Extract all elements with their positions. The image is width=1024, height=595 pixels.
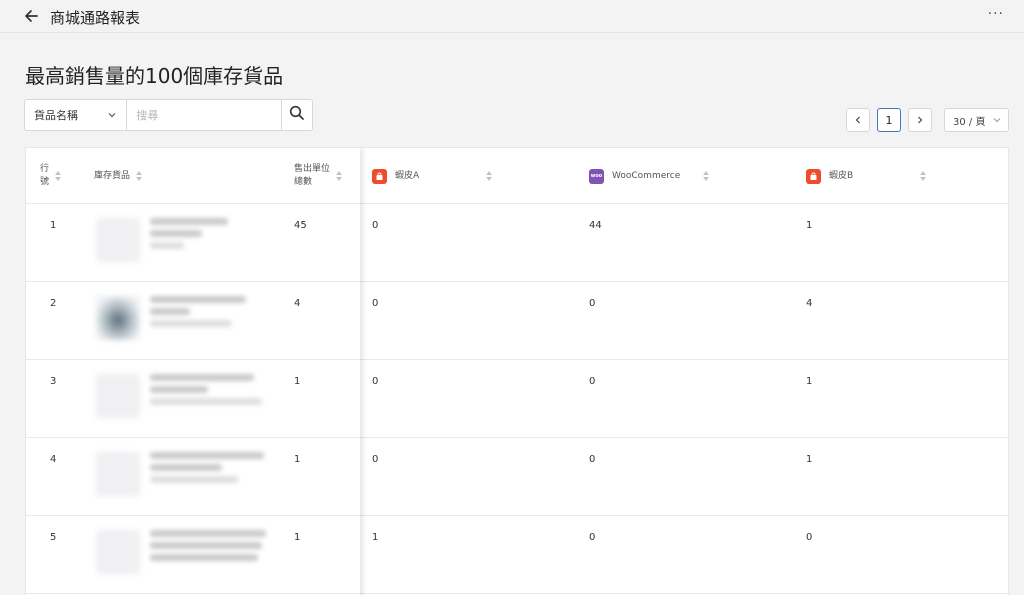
product-thumbnail — [96, 530, 140, 574]
filter-field-label: 貨品名稱 — [34, 109, 78, 122]
channel-units: 0 — [806, 532, 813, 543]
row-number: 5 — [50, 532, 57, 543]
table-row[interactable]: 0 0 1 — [360, 360, 1008, 438]
channel-units: 0 — [589, 454, 596, 465]
table-row[interactable]: 4 1 — [26, 438, 360, 516]
woocommerce-icon: woo — [589, 168, 604, 184]
channel-units: 1 — [806, 220, 813, 231]
next-page-button[interactable] — [908, 108, 932, 132]
row-number: 1 — [50, 220, 57, 231]
channel-units: 44 — [589, 220, 602, 231]
chevron-left-icon — [855, 116, 860, 124]
channel-units: 0 — [372, 376, 379, 387]
sort-icon[interactable] — [486, 170, 493, 182]
search-input[interactable] — [127, 100, 282, 130]
table-row[interactable]: 2 4 — [26, 282, 360, 360]
sort-icon[interactable] — [136, 170, 143, 182]
channel-units: 1 — [372, 532, 379, 543]
back-arrow-icon[interactable] — [22, 6, 42, 26]
sort-icon[interactable] — [336, 170, 343, 182]
table-row[interactable]: 0 0 4 — [360, 282, 1008, 360]
row-number: 2 — [50, 298, 57, 309]
more-options-button[interactable]: ··· — [988, 6, 1004, 22]
shopee-icon — [806, 168, 821, 184]
channel-units: 0 — [589, 532, 596, 543]
total-units: 4 — [294, 298, 301, 309]
channel-units: 4 — [806, 298, 813, 309]
prev-page-button[interactable] — [846, 108, 870, 132]
top-bar: 商城通路報表 ··· — [0, 0, 1024, 33]
fixed-columns: 行 號 庫存貨品 售出單位 總數 1 45 2 4 3 1 4 1 5 1 — [26, 148, 360, 595]
channel-units: 0 — [589, 298, 596, 309]
product-thumbnail — [96, 218, 140, 262]
chevron-right-icon — [918, 116, 923, 124]
filter-field-select[interactable]: 貨品名稱 — [25, 100, 128, 130]
column-header-channel-shopee-b[interactable]: 蝦皮B — [806, 148, 932, 204]
column-header-channel-shopee-a[interactable]: 蝦皮A — [372, 148, 498, 204]
row-number: 3 — [50, 376, 57, 387]
channel-units: 1 — [806, 376, 813, 387]
product-name-blurred — [150, 218, 228, 254]
search-icon — [289, 105, 305, 125]
table-row[interactable]: 1 45 — [26, 204, 360, 282]
column-header-total-units[interactable]: 售出單位 總數 — [294, 148, 343, 204]
sort-icon[interactable] — [703, 170, 710, 182]
product-thumbnail — [96, 296, 140, 340]
product-thumbnail — [96, 374, 140, 418]
chevron-down-icon — [992, 115, 1002, 125]
sales-table: 行 號 庫存貨品 售出單位 總數 1 45 2 4 3 1 4 1 5 1 蝦皮… — [25, 147, 1009, 595]
table-row[interactable]: 1 0 0 — [360, 516, 1008, 594]
table-header-channels: 蝦皮A woo WooCommerce 蝦皮B — [360, 148, 1008, 204]
table-row[interactable]: 0 0 1 — [360, 438, 1008, 516]
channel-units: 0 — [589, 376, 596, 387]
product-name-blurred — [150, 296, 246, 332]
channel-columns: 蝦皮A woo WooCommerce 蝦皮B 0 44 1 0 0 4 0 0… — [360, 148, 1008, 595]
column-header-channel-woocommerce[interactable]: woo WooCommerce — [589, 148, 715, 204]
pagination: 1 30 / 頁 — [846, 108, 1009, 132]
search-bar: 貨品名稱 — [24, 99, 313, 131]
total-units: 1 — [294, 532, 301, 543]
row-number: 4 — [50, 454, 57, 465]
product-name-blurred — [150, 452, 264, 488]
channel-units: 1 — [806, 454, 813, 465]
page-size-select[interactable]: 30 / 頁 — [944, 108, 1009, 132]
product-thumbnail — [96, 452, 140, 496]
report-title: 最高銷售量的100個庫存貨品 — [25, 64, 284, 88]
total-units: 45 — [294, 220, 307, 231]
chevron-down-icon — [106, 109, 118, 121]
sort-icon[interactable] — [55, 170, 62, 182]
channel-units: 0 — [372, 454, 379, 465]
product-name-blurred — [150, 530, 266, 566]
page-size-label: 30 / 頁 — [953, 116, 986, 128]
page-title: 商城通路報表 — [50, 9, 141, 27]
column-header-product[interactable]: 庫存貨品 — [94, 148, 143, 204]
current-page-button[interactable]: 1 — [877, 108, 901, 132]
table-row[interactable]: 5 1 — [26, 516, 360, 594]
shopee-icon — [372, 168, 387, 184]
total-units: 1 — [294, 376, 301, 387]
search-button[interactable] — [281, 100, 312, 130]
product-name-blurred — [150, 374, 262, 410]
sort-icon[interactable] — [920, 170, 927, 182]
table-header-fixed: 行 號 庫存貨品 售出單位 總數 — [26, 148, 360, 204]
channel-units: 0 — [372, 220, 379, 231]
total-units: 1 — [294, 454, 301, 465]
column-header-row-no[interactable]: 行 號 — [40, 148, 62, 204]
table-row[interactable]: 0 44 1 — [360, 204, 1008, 282]
table-row[interactable]: 3 1 — [26, 360, 360, 438]
channel-units: 0 — [372, 298, 379, 309]
